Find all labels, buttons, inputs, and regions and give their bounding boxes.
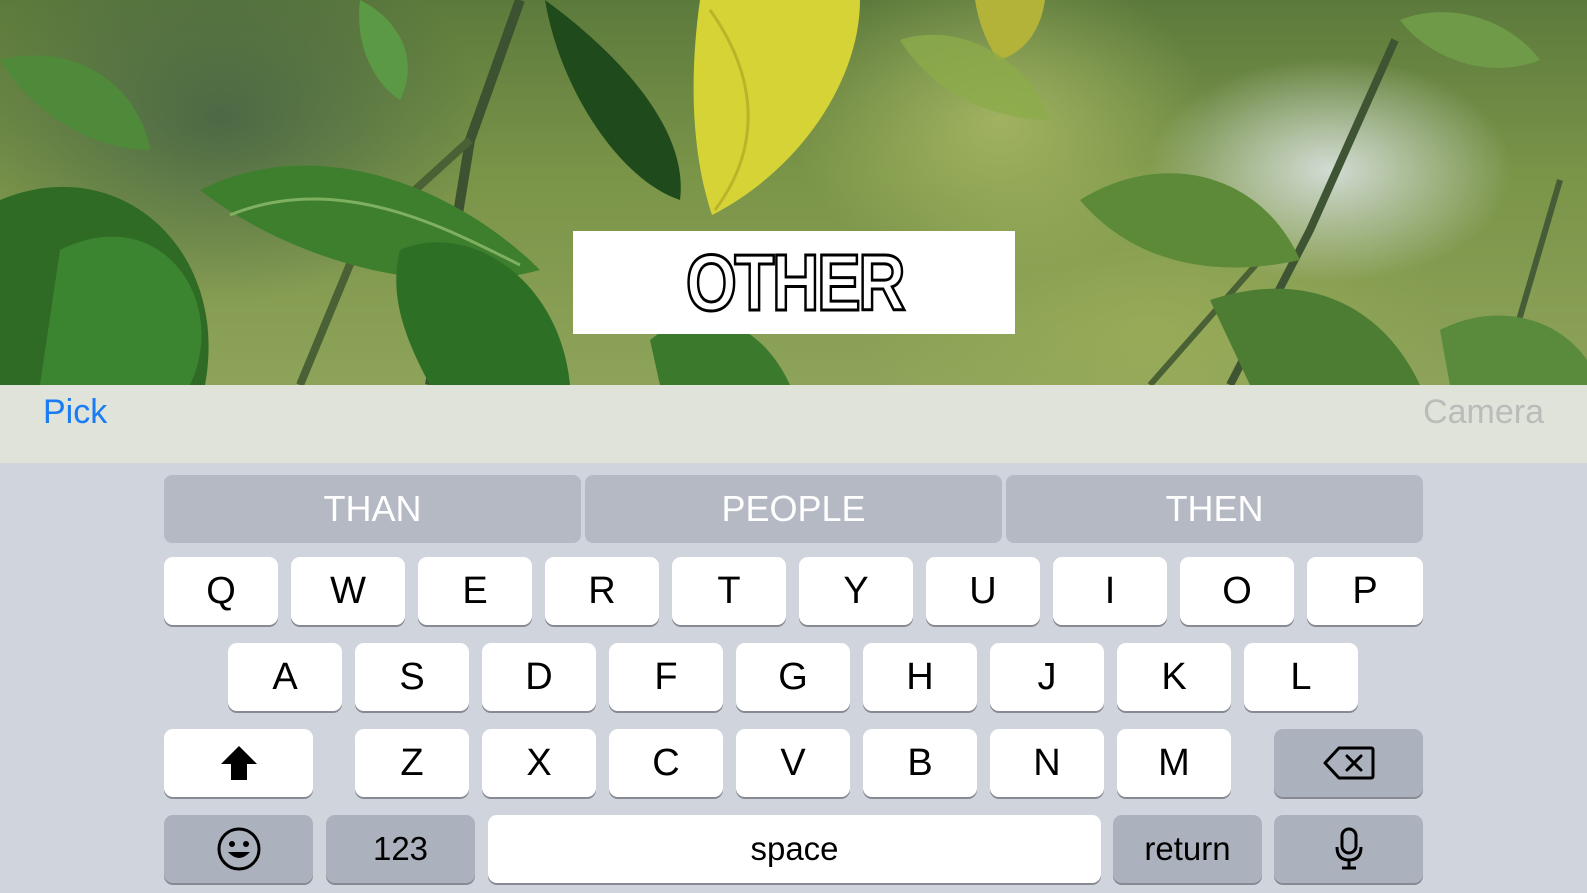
key-c[interactable]: C [609, 729, 723, 797]
key-f[interactable]: F [609, 643, 723, 711]
key-w[interactable]: W [291, 557, 405, 625]
key-n[interactable]: N [990, 729, 1104, 797]
key-t[interactable]: T [672, 557, 786, 625]
shift-key[interactable] [164, 729, 313, 797]
numbers-key[interactable]: 123 [326, 815, 475, 883]
pick-button[interactable]: Pick [43, 393, 107, 432]
photo-toolbar [0, 385, 1587, 463]
delete-key[interactable] [1274, 729, 1423, 797]
shift-up-arrow-icon [220, 746, 257, 780]
key-b[interactable]: B [863, 729, 977, 797]
key-u[interactable]: U [926, 557, 1040, 625]
return-key[interactable]: return [1113, 815, 1262, 883]
suggestion-then[interactable]: THEN [1006, 475, 1423, 543]
suggestion-than[interactable]: THAN [164, 475, 581, 543]
key-g[interactable]: G [736, 643, 850, 711]
key-v[interactable]: V [736, 729, 850, 797]
smiley-face-icon [217, 827, 260, 871]
key-o[interactable]: O [1180, 557, 1294, 625]
key-j[interactable]: J [990, 643, 1104, 711]
key-i[interactable]: I [1053, 557, 1167, 625]
key-m[interactable]: M [1117, 729, 1231, 797]
photo-background: OTHER [0, 0, 1587, 385]
meme-editor-screen: OTHER Pick Camera THAN PEOPLE THEN Q W E… [0, 0, 1587, 893]
key-e[interactable]: E [418, 557, 532, 625]
key-d[interactable]: D [482, 643, 596, 711]
dictation-key[interactable] [1274, 815, 1423, 883]
backspace-icon [1323, 746, 1374, 780]
key-q[interactable]: Q [164, 557, 278, 625]
key-z[interactable]: Z [355, 729, 469, 797]
key-x[interactable]: X [482, 729, 596, 797]
key-k[interactable]: K [1117, 643, 1231, 711]
key-s[interactable]: S [355, 643, 469, 711]
key-h[interactable]: H [863, 643, 977, 711]
space-key[interactable]: space [488, 815, 1101, 883]
suggestion-people[interactable]: PEOPLE [585, 475, 1002, 543]
key-p[interactable]: P [1307, 557, 1423, 625]
meme-caption-text: OTHER [684, 237, 906, 327]
key-y[interactable]: Y [799, 557, 913, 625]
camera-button[interactable]: Camera [1423, 393, 1544, 432]
key-l[interactable]: L [1244, 643, 1358, 711]
key-a[interactable]: A [228, 643, 342, 711]
microphone-icon [1335, 827, 1362, 870]
emoji-key[interactable] [164, 815, 313, 883]
meme-caption-box[interactable]: OTHER [573, 231, 1015, 334]
key-r[interactable]: R [545, 557, 659, 625]
